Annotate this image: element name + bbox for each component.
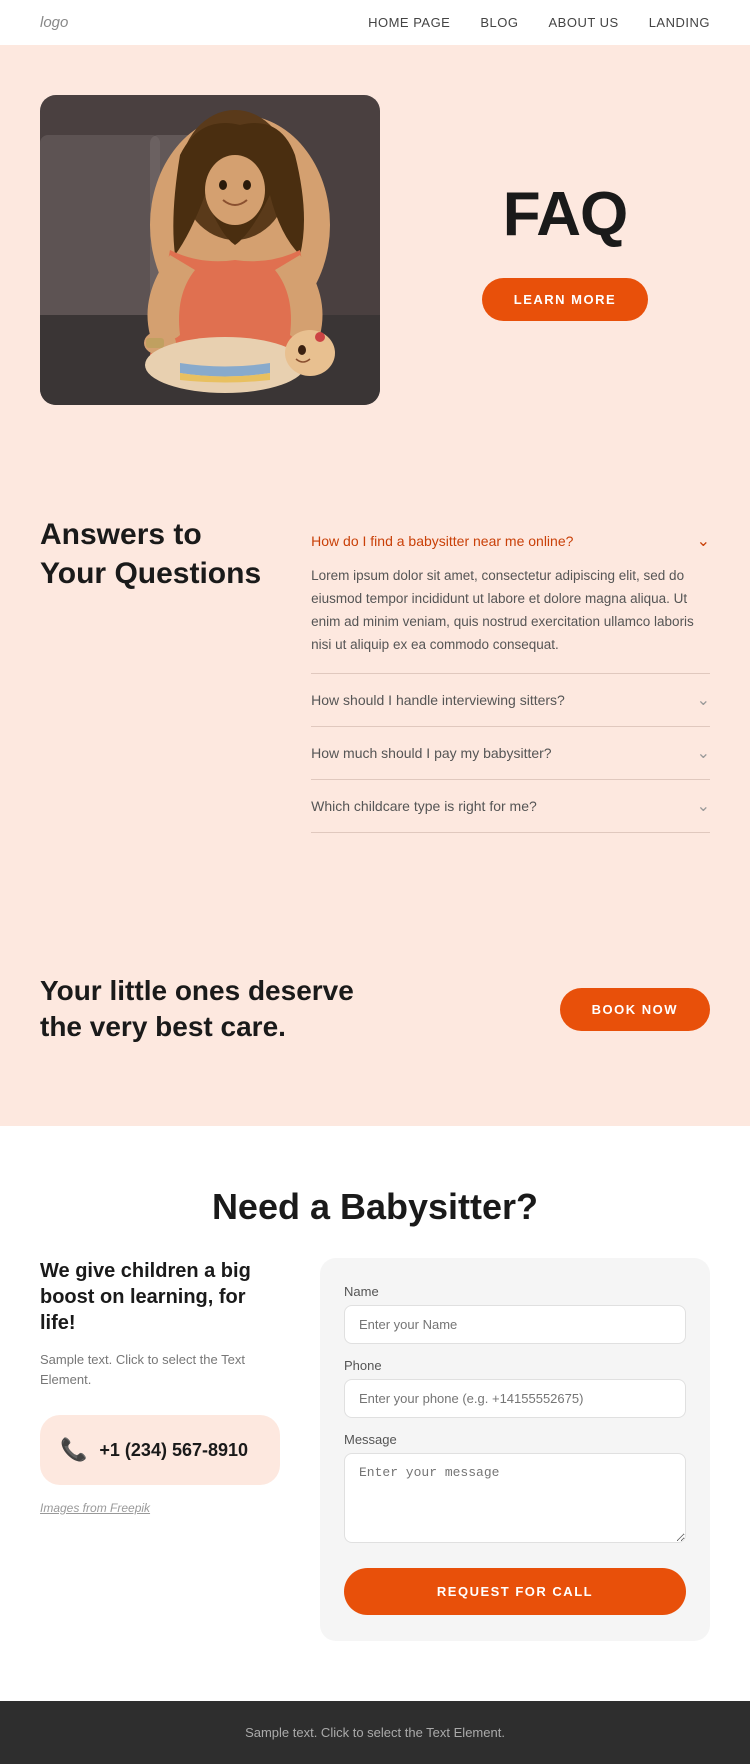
cta-section: Your little ones deserve the very best c… xyxy=(0,893,750,1126)
chevron-up-icon-1: ⌄ xyxy=(697,531,710,551)
phone-card: 📞 +1 (234) 567-8910 xyxy=(40,1415,280,1485)
hero-section: FAQ LEARN MORE xyxy=(0,45,750,465)
chevron-down-icon-2: ⌄ xyxy=(697,690,710,710)
cta-text: Your little ones deserve the very best c… xyxy=(40,973,354,1046)
hero-image xyxy=(40,95,380,405)
faq-items: How do I find a babysitter near me onlin… xyxy=(311,515,710,833)
name-label: Name xyxy=(344,1284,686,1299)
faq-answer-1: Lorem ipsum dolor sit amet, consectetur … xyxy=(311,565,710,657)
nav-links: HOME PAGE BLOG ABOUT US LANDING xyxy=(368,15,710,30)
faq-heading: Answers to Your Questions xyxy=(40,515,261,593)
hero-content: FAQ LEARN MORE xyxy=(420,179,710,321)
faq-question-3: How much should I pay my babysitter? xyxy=(311,745,551,761)
faq-section: Answers to Your Questions How do I find … xyxy=(0,465,750,893)
contact-left: We give children a big boost on learning… xyxy=(40,1258,280,1516)
chevron-down-icon-3: ⌄ xyxy=(697,743,710,763)
faq-question-row-3[interactable]: How much should I pay my babysitter? ⌄ xyxy=(311,743,710,763)
faq-question-row-4[interactable]: Which childcare type is right for me? ⌄ xyxy=(311,796,710,816)
faq-question-row-2[interactable]: How should I handle interviewing sitters… xyxy=(311,690,710,710)
phone-input[interactable] xyxy=(344,1379,686,1418)
contact-heading: Need a Babysitter? xyxy=(40,1186,710,1228)
message-group: Message xyxy=(344,1432,686,1548)
faq-question-row-1[interactable]: How do I find a babysitter near me onlin… xyxy=(311,531,710,551)
footer-text: Sample text. Click to select the Text El… xyxy=(40,1725,710,1740)
navbar: logo HOME PAGE BLOG ABOUT US LANDING xyxy=(0,0,750,45)
faq-item-4: Which childcare type is right for me? ⌄ xyxy=(311,780,710,833)
faq-item-2: How should I handle interviewing sitters… xyxy=(311,674,710,727)
name-input[interactable] xyxy=(344,1305,686,1344)
logo: logo xyxy=(40,14,68,31)
contact-right: Name Phone Message REQUEST FOR CALL xyxy=(320,1258,710,1641)
learn-more-button[interactable]: LEARN MORE xyxy=(482,278,648,321)
book-now-button[interactable]: BOOK NOW xyxy=(560,988,710,1031)
contact-section: Need a Babysitter? We give children a bi… xyxy=(0,1126,750,1701)
phone-icon: 📞 xyxy=(60,1437,87,1463)
phone-label: Phone xyxy=(344,1358,686,1373)
phone-group: Phone xyxy=(344,1358,686,1418)
message-label: Message xyxy=(344,1432,686,1447)
faq-item-3: How much should I pay my babysitter? ⌄ xyxy=(311,727,710,780)
request-call-button[interactable]: REQUEST FOR CALL xyxy=(344,1568,686,1615)
hero-title: FAQ xyxy=(503,179,627,250)
chevron-down-icon-4: ⌄ xyxy=(697,796,710,816)
faq-question-2: How should I handle interviewing sitters… xyxy=(311,692,565,708)
nav-home[interactable]: HOME PAGE xyxy=(368,15,450,30)
footer: Sample text. Click to select the Text El… xyxy=(0,1701,750,1764)
faq-question-4: Which childcare type is right for me? xyxy=(311,798,537,814)
faq-item-1: How do I find a babysitter near me onlin… xyxy=(311,515,710,674)
nav-blog[interactable]: BLOG xyxy=(480,15,518,30)
contact-form-card: Name Phone Message REQUEST FOR CALL xyxy=(320,1258,710,1641)
message-textarea[interactable] xyxy=(344,1453,686,1543)
phone-number: +1 (234) 567-8910 xyxy=(99,1440,248,1461)
name-group: Name xyxy=(344,1284,686,1344)
nav-about[interactable]: ABOUT US xyxy=(548,15,618,30)
contact-tagline: We give children a big boost on learning… xyxy=(40,1258,280,1336)
faq-question-1: How do I find a babysitter near me onlin… xyxy=(311,533,573,549)
nav-landing[interactable]: LANDING xyxy=(649,15,710,30)
contact-sample-text: Sample text. Click to select the Text El… xyxy=(40,1350,280,1392)
freepik-credit: Images from Freepik xyxy=(40,1501,280,1515)
